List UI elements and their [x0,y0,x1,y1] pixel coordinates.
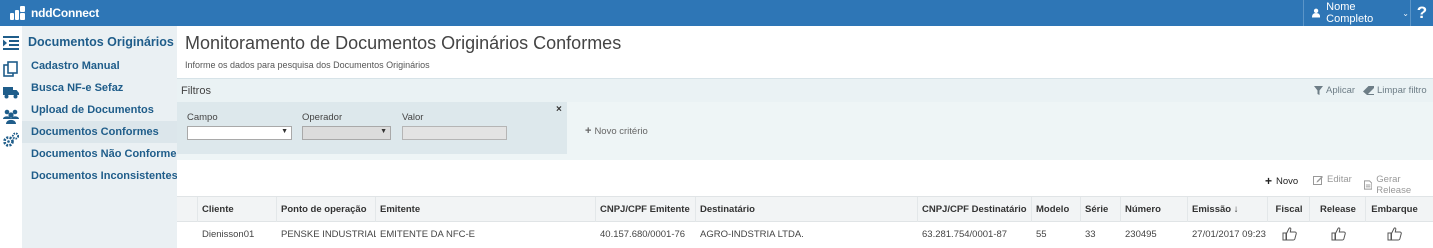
documents-icon[interactable] [3,61,19,77]
campo-select[interactable]: ▼ [187,126,292,140]
cell-cliente: Dienisson01 [202,229,255,240]
sidebar-item-documentos-conformes[interactable]: Documentos Conformes [22,121,177,143]
icon-rail [0,26,22,248]
user-icon [1312,8,1321,18]
user-name: Nome Completo [1326,1,1374,25]
plus-icon: + [1265,174,1273,188]
page-title: Monitoramento de Documentos Originários … [185,33,622,53]
new-criterio-button[interactable]: + Novo critério [585,125,648,137]
criteria-box: × Campo Operador Valor ▼ ▼ [177,102,567,154]
new-criterio-label: Novo critério [594,125,648,137]
cell-embarque[interactable] [1365,222,1423,248]
page-subtitle: Informe os dados para pesquisa dos Docum… [185,60,430,70]
cell-modelo: 55 [1036,229,1047,240]
col-numero[interactable]: Número [1120,197,1188,223]
sidebar-item-busca-nfe-sefaz[interactable]: Busca NF-e Sefaz [22,77,177,99]
sidebar-title: Documentos Originários [28,35,174,49]
dropdown-arrow-icon: ▼ [380,128,387,135]
col-emitente[interactable]: Emitente [375,197,596,223]
gears-icon[interactable] [3,132,19,148]
valor-label: Valor [402,112,424,123]
brand-name: nddConnect [31,6,99,20]
col-serie[interactable]: Série [1080,197,1121,223]
users-icon[interactable] [3,108,19,124]
valor-input[interactable] [402,126,507,140]
plus-icon: + [585,125,592,137]
list-indent-icon[interactable] [3,35,19,51]
eraser-icon [1363,86,1374,95]
gerar-release-button[interactable]: Gerar Release [1364,174,1433,196]
filters-header: Filtros Aplicar Limpar filtro [177,78,1433,102]
remove-criterio-button[interactable]: × [556,104,562,115]
col-ponto-operacao[interactable]: Ponto de operação [276,197,376,223]
clear-filter-label: Limpar filtro [1377,85,1427,96]
edit-icon [1313,175,1323,185]
thumbs-up-icon[interactable] [1331,226,1346,241]
gerar-release-label: Gerar Release [1376,174,1412,196]
apply-filter-label: Aplicar [1326,85,1356,96]
operador-select[interactable]: ▼ [302,126,391,140]
col-modelo[interactable]: Modelo [1031,197,1081,223]
sidebar-item-documentos-inconsistentes[interactable]: Documentos Inconsistentes [22,165,178,187]
operador-label: Operador [302,112,343,123]
cell-fiscal[interactable] [1267,222,1310,248]
cell-cnpj-emitente: 40.157.680/0001-76 [600,229,686,240]
brand[interactable]: nddConnect [10,4,99,22]
file-icon [1364,180,1373,190]
cell-ponto-operacao: PENSKE INDUSTRIAL [281,229,376,240]
col-destinatario[interactable]: Destinatário [695,197,918,223]
sidebar: Documentos Originários Cadastro Manual B… [22,26,183,248]
cell-serie: 33 [1085,229,1096,240]
table-row[interactable]: Dienisson01 PENSKE INDUSTRIAL EMITENTE D… [177,222,1433,248]
dropdown-arrow-icon: ▼ [281,128,288,135]
editar-button[interactable]: Editar [1313,174,1352,185]
apply-filter-button[interactable]: Aplicar [1314,85,1355,96]
thumbs-up-icon[interactable] [1387,226,1402,241]
filters-body: × Campo Operador Valor ▼ ▼ + Novo critér… [177,102,1433,160]
editar-label: Editar [1327,174,1352,185]
sidebar-item-cadastro-manual[interactable]: Cadastro Manual [22,55,177,77]
cell-release[interactable] [1309,222,1366,248]
campo-label: Campo [187,112,218,123]
table-header: Cliente Ponto de operação Emitente CNPJ/… [177,196,1433,223]
top-bar: nddConnect Nome Completo ⌄ ? [0,0,1433,26]
clear-filter-button[interactable]: Limpar filtro [1363,85,1427,96]
col-cnpj-emitente[interactable]: CNPJ/CPF Emitente [595,197,696,223]
novo-button[interactable]: + Novo [1265,174,1298,188]
main-content: Monitoramento de Documentos Originários … [177,26,1433,248]
cell-emissao: 27/01/2017 09:23 [1192,229,1266,240]
truck-icon[interactable] [3,84,19,100]
cell-numero: 230495 [1125,229,1157,240]
cell-emitente: EMITENTE DA NFC-E [380,229,476,240]
cell-cnpj-destinatario: 63.281.754/0001-87 [922,229,1008,240]
user-menu[interactable]: Nome Completo ⌄ [1303,0,1409,26]
col-cnpj-destinatario[interactable]: CNPJ/CPF Destinatário [917,197,1032,223]
novo-label: Novo [1276,175,1299,187]
filter-icon [1314,86,1323,95]
thumbs-up-icon[interactable] [1282,226,1297,241]
col-cliente[interactable]: Cliente [197,197,277,223]
col-fiscal[interactable]: Fiscal [1267,197,1310,223]
col-release[interactable]: Release [1309,197,1366,223]
col-emissao[interactable]: Emissão ↓ [1187,197,1268,223]
ndd-logo-icon [10,6,26,20]
sidebar-item-upload-documentos[interactable]: Upload de Documentos [22,99,177,121]
cell-destinatario: AGRO-INDSTRIA LTDA. [700,229,804,240]
help-button[interactable]: ? [1410,0,1433,26]
sidebar-item-documentos-nao-conformes[interactable]: Documentos Não Conformes [22,143,183,165]
filters-label: Filtros [181,85,211,97]
col-embarque[interactable]: Embarque [1365,197,1423,223]
chevron-down-icon: ⌄ [1402,8,1409,18]
